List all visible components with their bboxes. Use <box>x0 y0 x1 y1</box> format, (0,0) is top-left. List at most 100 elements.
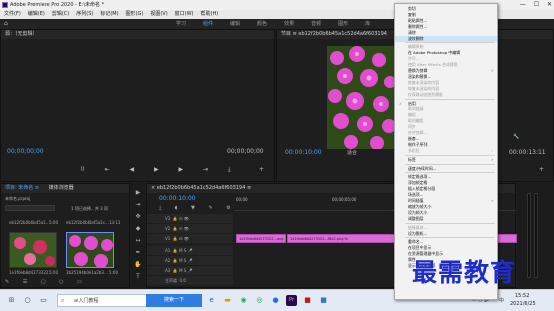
context-menu-item-label: 在项目中显示 <box>408 245 432 251</box>
context-menu-item-label: 在资源管理器中显示 <box>408 251 444 257</box>
context-menu-item-label: 多机位 <box>408 147 420 153</box>
project-panel: 项目: 未命名 ≡ 媒体浏览器 未命名.prproj 1 项已选择，共 3 项 … <box>0 183 130 288</box>
track-header-v1[interactable]: V1 🔒 ⊟ 👁 <box>147 234 233 243</box>
project-item-name-4: 1b25194b0e1a2b3... <box>66 270 108 275</box>
context-menu-item-label: 重命名... <box>408 239 424 245</box>
search-icon[interactable]: ○ <box>22 295 33 306</box>
track-header-v3[interactable]: V3 🔒 ⊟ 👁 <box>147 214 233 223</box>
context-menu-item: 多机位 › <box>395 148 497 154</box>
menu-clip[interactable]: 剪辑(C) <box>52 10 69 19</box>
menu-window[interactable]: 窗口(W) <box>175 10 194 19</box>
source-transport-controls[interactable]: ⌷ ⇤ ◀ ▶ ▶ ⇥ ⤓ <box>81 166 240 174</box>
hand-tool-icon[interactable]: ✋ <box>134 261 142 269</box>
project-item-thumb-2[interactable] <box>66 232 114 268</box>
context-menu-item-label: 速度/持续时间... <box>408 165 437 171</box>
context-menu: 剪切 复制 粘贴属性... 删除属性... 清除 波纹删除 编辑原始在 Adobe Phot… <box>394 3 498 300</box>
ripple-edit-tool-icon[interactable]: ✥ <box>134 213 142 221</box>
context-menu-item-label: 粘贴属性... <box>408 17 428 23</box>
timeline-toolbar-icons[interactable]: ⤓ ◖ ▼ ✎ ⚙ <box>159 205 237 211</box>
context-menu-item[interactable]: 标签 › <box>395 157 497 163</box>
project-file-name: 未命名.prproj <box>5 196 31 201</box>
context-menu-item[interactable]: 波纹删除 <box>395 35 497 42</box>
context-menu-item-label: 恢复未渲染的内容 <box>408 79 440 85</box>
context-menu-item-label: 删除属性... <box>408 23 428 29</box>
menu-marker[interactable]: 标记(M) <box>100 10 118 19</box>
context-menu-item-label: 许可... <box>408 56 420 62</box>
context-menu-item-label: 编组 <box>408 112 416 118</box>
track-header-a3[interactable]: A3 🔒 M S 🎤 <box>147 266 233 275</box>
context-menu-item-label: 设为帧大小 <box>408 209 428 215</box>
project-search-input[interactable] <box>5 205 55 211</box>
project-item-duration-1: 5:00 <box>49 220 58 225</box>
context-menu-item-label: 编辑原始 <box>408 44 424 50</box>
context-menu-item-label: 设为脱机... <box>408 230 428 236</box>
file-explorer-icon[interactable]: ▬ <box>222 295 233 306</box>
menu-separator <box>405 237 495 239</box>
menu-edit[interactable]: 编辑(E) <box>28 10 45 19</box>
context-menu-item-label: 场选项... <box>408 192 424 198</box>
context-menu-item-label: 合并剪辑... <box>408 130 428 135</box>
submenu-arrow-icon: › <box>491 147 493 153</box>
tab-project[interactable]: 项目: 未命名 ≡ <box>5 185 39 191</box>
menu-help[interactable]: 帮助(H) <box>201 10 219 19</box>
chrome-icon[interactable]: ◎ <box>254 295 265 306</box>
track-header-a2[interactable]: A2 🔒 M S 🎤 <box>147 256 233 265</box>
menu-separator <box>405 172 495 174</box>
context-menu-item: 仅获取动态图形模板 <box>395 92 497 98</box>
project-item-thumb-1[interactable] <box>9 232 57 268</box>
program-add-button-icon[interactable]: + <box>539 166 544 173</box>
taskbar-search-button[interactable]: 搜索一下 <box>146 294 202 307</box>
razor-tool-icon[interactable]: ◆ <box>134 225 142 233</box>
clock-time[interactable]: 15:52 <box>515 293 529 299</box>
context-menu-item[interactable]: 设为脱机... <box>395 231 497 237</box>
minimize-button[interactable]: — <box>520 0 526 10</box>
program-settings-icon[interactable]: 🔧 <box>513 134 519 140</box>
track-header-master[interactable]: 主声道 0.0 <box>147 276 233 285</box>
edge-browser-icon[interactable]: e <box>206 295 217 306</box>
project-footer-icons[interactable]: ✎ ☰ ▢ ○ ▭ <box>5 279 88 285</box>
windows-start-icon[interactable]: ⊞ <box>6 295 17 306</box>
tab-media-browser[interactable]: 媒体浏览器 <box>49 185 74 191</box>
browser-icon[interactable]: ● <box>270 295 281 306</box>
task-view-icon[interactable]: ▭ <box>38 295 49 306</box>
context-menu-item-label: 渲染和替换... <box>408 73 432 79</box>
timeline-clip-1[interactable]: 1e1f0eb8d4273322...png <box>236 234 286 243</box>
project-item-duration-2: 13:11 <box>109 220 121 225</box>
maximize-button[interactable]: ☐ <box>534 0 539 10</box>
timeline-timecode[interactable]: 00:00:10:00 <box>159 195 196 202</box>
menu-file[interactable]: 文件(F) <box>4 10 21 19</box>
source-add-button-icon[interactable]: + <box>259 166 264 173</box>
selection-tool-icon[interactable]: ▶ <box>134 189 142 197</box>
input-language[interactable]: 中 <box>499 297 504 304</box>
program-fit-select[interactable]: 适合 <box>347 149 357 156</box>
context-menu-item[interactable]: 速度/持续时间... <box>395 166 497 172</box>
home-icon[interactable]: ⌂ <box>4 19 8 29</box>
wechat-icon[interactable]: ◉ <box>238 295 249 306</box>
menu-separator <box>405 154 495 156</box>
app-red-icon[interactable]: ■ <box>302 295 313 306</box>
app-blue-icon[interactable]: ■ <box>318 295 329 306</box>
premiere-taskbar-icon[interactable]: Pr <box>286 295 297 306</box>
menu-sequence[interactable]: 序列(S) <box>76 10 93 19</box>
context-menu-item[interactable]: 调整图层 <box>395 216 497 222</box>
clock-date[interactable]: 2021/6/25 <box>510 301 536 307</box>
type-tool-icon[interactable]: T <box>134 273 142 281</box>
context-menu-item-label: 使用 After Effects 合成替换 <box>408 62 458 68</box>
source-timecode-in[interactable]: 00;00;00;00 <box>7 148 44 155</box>
slip-tool-icon[interactable]: ↔ <box>134 237 142 245</box>
context-menu-item-label: 制作子序列 <box>408 141 428 147</box>
track-select-tool-icon[interactable]: ⇥ <box>134 201 142 209</box>
source-timecode-out: 00;00;00;00 <box>227 148 264 155</box>
track-header-v2[interactable]: V2 🔒 ⊟ 👁 <box>147 224 233 233</box>
project-item-name-2: eb12f2b0b6b45a1c... <box>66 220 109 225</box>
menu-separator <box>405 98 495 100</box>
close-button[interactable]: ✕ <box>547 0 552 10</box>
menu-graphics[interactable]: 图形(G) <box>126 10 144 19</box>
track-header-a1[interactable]: A1 🔒 M S 🎤 <box>147 246 233 255</box>
menu-separator <box>405 163 495 165</box>
pen-tool-icon[interactable]: ✒ <box>134 249 142 257</box>
program-timecode[interactable]: 00:00:10:00 <box>285 149 322 156</box>
context-menu-item-label: 时间插值 <box>408 198 424 203</box>
program-video-frame <box>327 46 398 149</box>
menu-view[interactable]: 视图(V) <box>150 10 167 19</box>
